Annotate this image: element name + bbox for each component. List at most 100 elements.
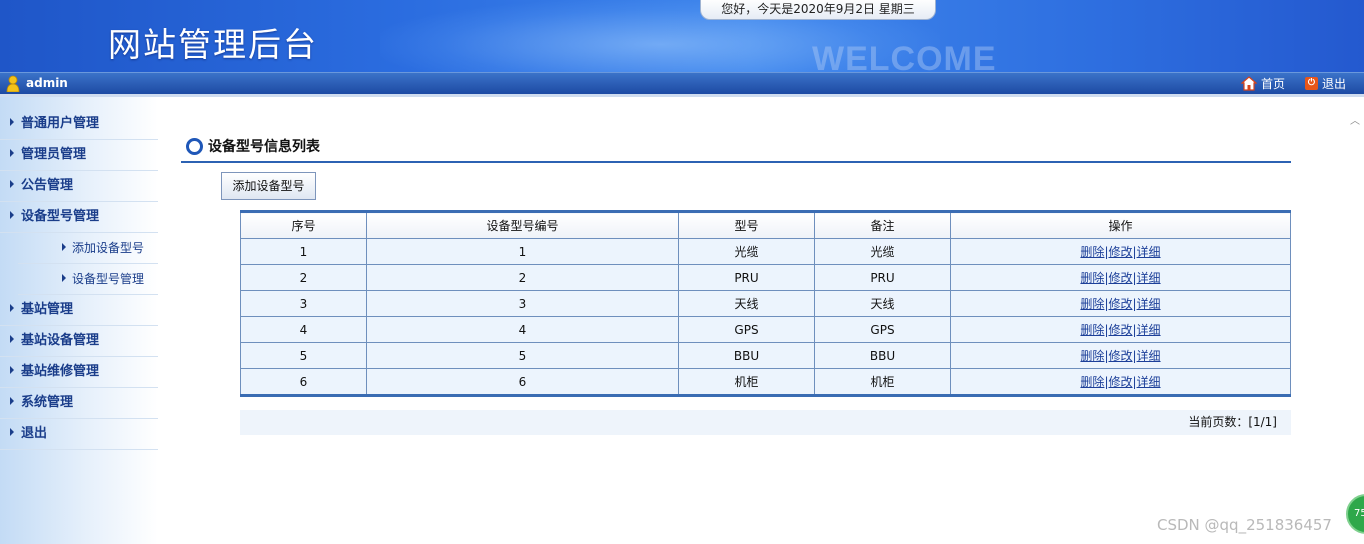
caret-right-icon: [10, 366, 14, 374]
detail-link[interactable]: 详细: [1137, 245, 1161, 259]
table-row: 3 3 天线 天线 删除|修改|详细: [240, 290, 1291, 317]
table-cell: 2: [240, 264, 367, 291]
sidebar-item-station-repairs[interactable]: 基站维修管理: [0, 357, 158, 388]
column-header: 备注: [814, 211, 951, 239]
sidebar-item-label: 基站管理: [21, 302, 74, 317]
logout-link[interactable]: ⏻ 退出: [1304, 75, 1346, 92]
table-row: 6 6 机柜 机柜 删除|修改|详细: [240, 368, 1291, 396]
edit-link[interactable]: 修改: [1108, 323, 1132, 337]
sidebar-subitem-add-model[interactable]: 添加设备型号: [18, 233, 158, 264]
edit-link[interactable]: 修改: [1108, 271, 1132, 285]
table-cell: 5: [240, 342, 367, 369]
column-header: 设备型号编号: [366, 211, 679, 239]
sidebar-item-label: 公告管理: [21, 178, 74, 193]
welcome-watermark: WELCOME: [812, 40, 997, 74]
delete-link[interactable]: 删除: [1080, 349, 1104, 363]
sidebar-item-device-models[interactable]: 设备型号管理: [0, 202, 158, 233]
table-cell: 天线: [678, 290, 815, 317]
sidebar-item-admins[interactable]: 管理员管理: [0, 140, 158, 171]
table-row: 5 5 BBU BBU 删除|修改|详细: [240, 342, 1291, 369]
actions-cell: 删除|修改|详细: [950, 342, 1291, 369]
home-link[interactable]: 首页: [1240, 75, 1285, 92]
sidebar-item-label: 设备型号管理: [21, 209, 100, 224]
delete-link[interactable]: 删除: [1080, 271, 1104, 285]
table-cell: 2: [366, 264, 679, 291]
table-cell: 5: [366, 342, 679, 369]
page-indicator: 当前页数：[1/1]: [1188, 415, 1277, 429]
delete-link[interactable]: 删除: [1080, 245, 1104, 259]
table-cell: 1: [240, 238, 367, 265]
sidebar-item-label: 管理员管理: [21, 147, 87, 162]
device-model-table: 序号 设备型号编号 型号 备注 操作 1 1 光缆 光缆 删除|修改|详细 2 2 PRU PR…: [240, 210, 1291, 397]
sidebar-item-label: 普通用户管理: [21, 116, 100, 131]
actions-cell: 删除|修改|详细: [950, 368, 1291, 396]
sidebar-item-label: 系统管理: [21, 395, 74, 410]
sidebar-item-logout[interactable]: 退出: [0, 419, 158, 450]
caret-right-icon: [10, 335, 14, 343]
detail-link[interactable]: 详细: [1137, 271, 1161, 285]
caret-right-icon: [62, 274, 66, 282]
caret-right-icon: [10, 428, 14, 436]
scroll-up-arrow[interactable]: ︿: [1350, 112, 1360, 127]
sidebar-item-stations[interactable]: 基站管理: [0, 295, 158, 326]
edit-link[interactable]: 修改: [1108, 245, 1132, 259]
table-cell: 4: [366, 316, 679, 343]
sidebar-item-label: 基站维修管理: [21, 364, 100, 379]
table-row: 1 1 光缆 光缆 删除|修改|详细: [240, 238, 1291, 265]
table-cell: 光缆: [814, 238, 951, 265]
page-title-text: 设备型号信息列表: [208, 139, 320, 155]
edit-link[interactable]: 修改: [1108, 349, 1132, 363]
table-cell: 6: [366, 368, 679, 396]
actions-cell: 删除|修改|详细: [950, 316, 1291, 343]
table-cell: 6: [240, 368, 367, 396]
detail-link[interactable]: 详细: [1137, 323, 1161, 337]
sidebar-item-label: 添加设备型号: [72, 241, 145, 255]
actions-cell: 删除|修改|详细: [950, 290, 1291, 317]
csdn-watermark: CSDN @qq_251836457: [1157, 516, 1332, 534]
caret-right-icon: [10, 397, 14, 405]
floating-badge[interactable]: 75: [1346, 494, 1364, 534]
pager: 当前页数：[1/1]: [240, 410, 1291, 435]
edit-link[interactable]: 修改: [1108, 375, 1132, 389]
table-cell: 机柜: [814, 368, 951, 396]
logout-label: 退出: [1321, 77, 1346, 91]
sidebar-item-system[interactable]: 系统管理: [0, 388, 158, 419]
add-device-model-button[interactable]: 添加设备型号: [221, 172, 316, 200]
caret-right-icon: [10, 211, 14, 219]
delete-link[interactable]: 删除: [1080, 375, 1104, 389]
sidebar-item-users[interactable]: 普通用户管理: [0, 109, 158, 140]
sidebar-item-station-devices[interactable]: 基站设备管理: [0, 326, 158, 357]
detail-link[interactable]: 详细: [1137, 375, 1161, 389]
site-title: 网站管理后台: [108, 25, 318, 64]
delete-link[interactable]: 删除: [1080, 297, 1104, 311]
table-cell: 4: [240, 316, 367, 343]
caret-right-icon: [10, 149, 14, 157]
table-cell: PRU: [678, 264, 815, 291]
table-cell: 天线: [814, 290, 951, 317]
table-row: 2 2 PRU PRU 删除|修改|详细: [240, 264, 1291, 291]
delete-link[interactable]: 删除: [1080, 323, 1104, 337]
table-cell: BBU: [678, 342, 815, 369]
table-cell: 光缆: [678, 238, 815, 265]
table-cell: 1: [366, 238, 679, 265]
sidebar-subitem-manage-models[interactable]: 设备型号管理: [18, 264, 158, 295]
table-cell: GPS: [678, 316, 815, 343]
table-cell: 机柜: [678, 368, 815, 396]
title-divider: [181, 161, 1291, 163]
username: admin: [26, 76, 68, 90]
date-greeting: 您好，今天是2020年9月2日 星期三: [700, 0, 936, 20]
sidebar: 普通用户管理 管理员管理 公告管理 设备型号管理 添加设备型号 设备型号管理 基…: [0, 97, 158, 544]
actions-cell: 删除|修改|详细: [950, 238, 1291, 265]
detail-link[interactable]: 详细: [1137, 349, 1161, 363]
sidebar-item-notices[interactable]: 公告管理: [0, 171, 158, 202]
detail-link[interactable]: 详细: [1137, 297, 1161, 311]
edit-link[interactable]: 修改: [1108, 297, 1132, 311]
power-icon: ⏻: [1304, 77, 1318, 90]
actions-cell: 删除|修改|详细: [950, 264, 1291, 291]
table-cell: 3: [366, 290, 679, 317]
caret-right-icon: [10, 180, 14, 188]
home-icon: [1240, 76, 1257, 91]
sidebar-menu: 普通用户管理 管理员管理 公告管理 设备型号管理 添加设备型号 设备型号管理 基…: [0, 109, 158, 450]
column-header: 序号: [240, 211, 367, 239]
table-header-row: 序号 设备型号编号 型号 备注 操作: [240, 211, 1291, 239]
